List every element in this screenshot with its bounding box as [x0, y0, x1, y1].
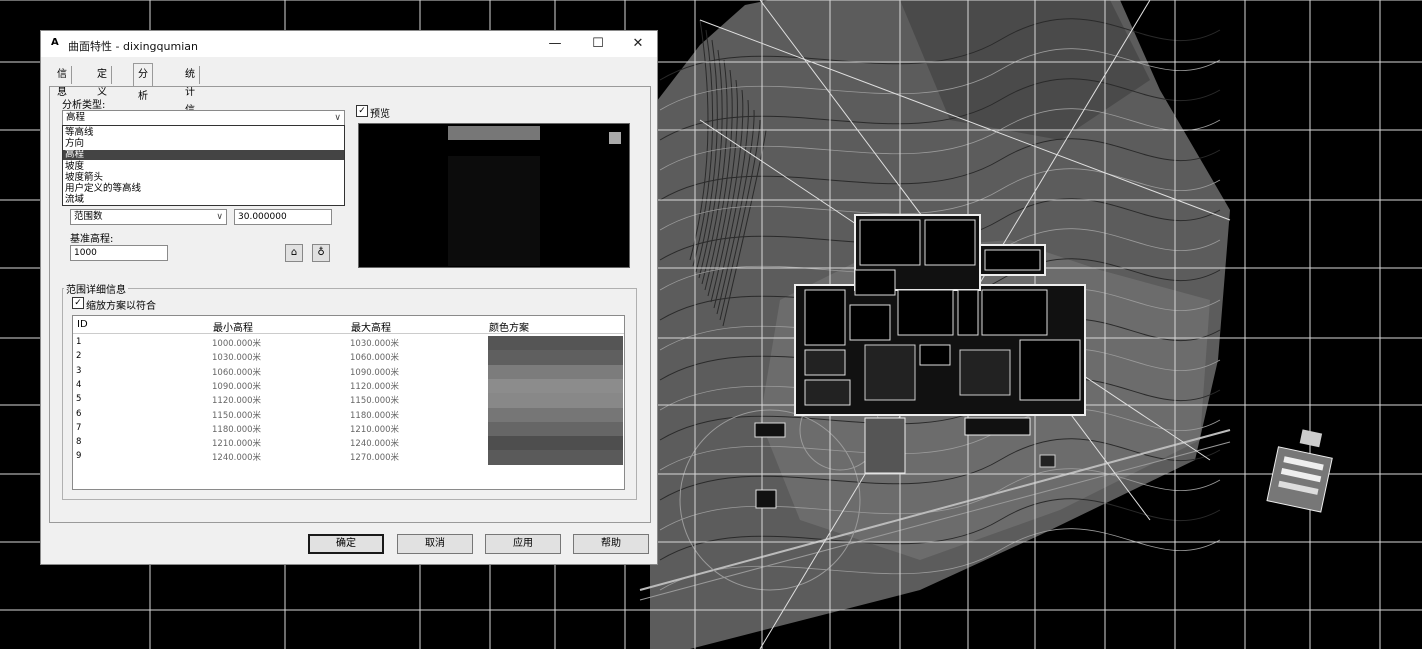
title-block-thumbnail: [1266, 429, 1333, 513]
table-cell-max[interactable]: 1060.000米: [350, 351, 399, 363]
dropdown-option-user-contours[interactable]: 用户定义的等高线: [63, 184, 344, 194]
range-method-value: 范围数: [74, 211, 103, 222]
app-icon: A: [51, 37, 59, 48]
col-header-max-elev[interactable]: 最大高程: [351, 319, 391, 334]
table-cell-min[interactable]: 1240.000米: [212, 451, 261, 463]
preview-terrain: [448, 156, 540, 266]
table-cell-id[interactable]: 6: [76, 409, 81, 419]
table-cell-min[interactable]: 1120.000米: [212, 394, 261, 406]
table-cell-id[interactable]: 9: [76, 451, 81, 461]
table-cell-min[interactable]: 1090.000米: [212, 380, 261, 392]
table-cell-id[interactable]: 1: [76, 337, 81, 347]
analysis-type-dropdown-list[interactable]: 等高线 方向 高程 坡度 坡度箭头 用户定义的等高线 流域: [62, 125, 345, 206]
help-button[interactable]: 帮助: [573, 534, 649, 554]
dropdown-option-contour[interactable]: 等高线: [63, 128, 344, 138]
stretch-scheme-checkbox[interactable]: ✓: [72, 297, 84, 309]
preview-label: 预览: [370, 109, 390, 120]
col-header-min-elev[interactable]: 最小高程: [213, 319, 253, 334]
color-swatch[interactable]: [488, 350, 623, 366]
table-cell-max[interactable]: 1150.000米: [350, 394, 399, 406]
table-cell-max[interactable]: 1120.000米: [350, 380, 399, 392]
minimize-button[interactable]: —: [536, 33, 574, 55]
range-method-combo[interactable]: 范围数 ∨: [70, 209, 227, 225]
table-cell-max[interactable]: 1240.000米: [350, 437, 399, 449]
table-cell-max[interactable]: 1180.000米: [350, 409, 399, 421]
tab-info[interactable]: 信息: [53, 66, 72, 98]
color-swatch[interactable]: [488, 364, 623, 380]
table-cell-id[interactable]: 2: [76, 351, 81, 361]
table-cell-max[interactable]: 1210.000米: [350, 423, 399, 435]
table-cell-min[interactable]: 1030.000米: [212, 351, 261, 363]
table-cell-min[interactable]: 1000.000米: [212, 337, 261, 349]
preview-swatch: [609, 132, 621, 144]
color-swatch[interactable]: [488, 407, 623, 423]
color-swatch[interactable]: [488, 436, 623, 451]
apply-button[interactable]: 应用: [485, 534, 561, 554]
preview-color-bar: [448, 126, 540, 140]
title-bar[interactable]: A 曲面特性 - dixingqumian — ☐ ✕: [41, 31, 657, 57]
col-header-color-scheme[interactable]: 颜色方案: [489, 319, 529, 334]
pick-elevation-icon[interactable]: ⌂: [285, 244, 303, 262]
window-title: 曲面特性 - dixingqumian: [68, 40, 198, 53]
tab-statistics[interactable]: 统计信息: [181, 66, 200, 134]
cancel-button[interactable]: 取消: [397, 534, 473, 554]
table-cell-max[interactable]: 1090.000米: [350, 366, 399, 378]
tab-definition[interactable]: 定义: [93, 66, 112, 98]
table-cell-min[interactable]: 1060.000米: [212, 366, 261, 378]
header-divider: [73, 333, 624, 334]
table-cell-max[interactable]: 1270.000米: [350, 451, 399, 463]
maximize-button[interactable]: ☐: [579, 33, 617, 55]
color-swatch[interactable]: [488, 378, 623, 394]
table-cell-id[interactable]: 5: [76, 394, 81, 404]
chevron-down-icon: ∨: [334, 113, 341, 123]
stretch-scheme-label: 缩放方案以符合: [86, 301, 156, 312]
analysis-type-value: 高程: [66, 112, 86, 123]
color-swatch[interactable]: [488, 421, 623, 437]
base-elevation-label: 基准高程:: [70, 234, 114, 245]
ok-button[interactable]: 确定: [308, 534, 384, 554]
table-cell-id[interactable]: 3: [76, 366, 81, 376]
table-cell-min[interactable]: 1180.000米: [212, 423, 261, 435]
analysis-type-combo[interactable]: 高程 ∨: [62, 110, 345, 126]
preview-checkbox[interactable]: ✓: [356, 105, 368, 117]
dropdown-option-elevation[interactable]: 高程: [63, 150, 344, 160]
dropdown-option-slope[interactable]: 坡度: [63, 162, 344, 172]
range-details-title: 范围详细信息: [64, 281, 128, 296]
tab-analysis[interactable]: 分析: [133, 63, 153, 102]
color-swatch[interactable]: [488, 393, 623, 408]
table-cell-id[interactable]: 7: [76, 423, 81, 433]
run-analysis-icon[interactable]: ♁: [312, 244, 330, 262]
table-cell-min[interactable]: 1150.000米: [212, 409, 261, 421]
base-elevation-field[interactable]: 1000: [70, 245, 168, 261]
table-cell-id[interactable]: 8: [76, 437, 81, 447]
dropdown-option-watershed[interactable]: 流域: [63, 195, 344, 205]
chevron-down-icon: ∨: [216, 212, 223, 222]
table-cell-max[interactable]: 1030.000米: [350, 337, 399, 349]
range-interval-field[interactable]: 30.000000: [234, 209, 332, 225]
preview-pane: [358, 123, 630, 268]
dropdown-option-slope-arrows[interactable]: 坡度箭头: [63, 173, 344, 183]
analysis-type-label: 分析类型:: [62, 100, 106, 111]
col-header-id[interactable]: ID: [77, 319, 88, 330]
table-cell-min[interactable]: 1210.000米: [212, 437, 261, 449]
color-swatch[interactable]: [488, 450, 623, 466]
color-swatch[interactable]: [488, 336, 623, 351]
table-cell-id[interactable]: 4: [76, 380, 81, 390]
close-button[interactable]: ✕: [619, 33, 657, 55]
dropdown-option-direction[interactable]: 方向: [63, 139, 344, 149]
